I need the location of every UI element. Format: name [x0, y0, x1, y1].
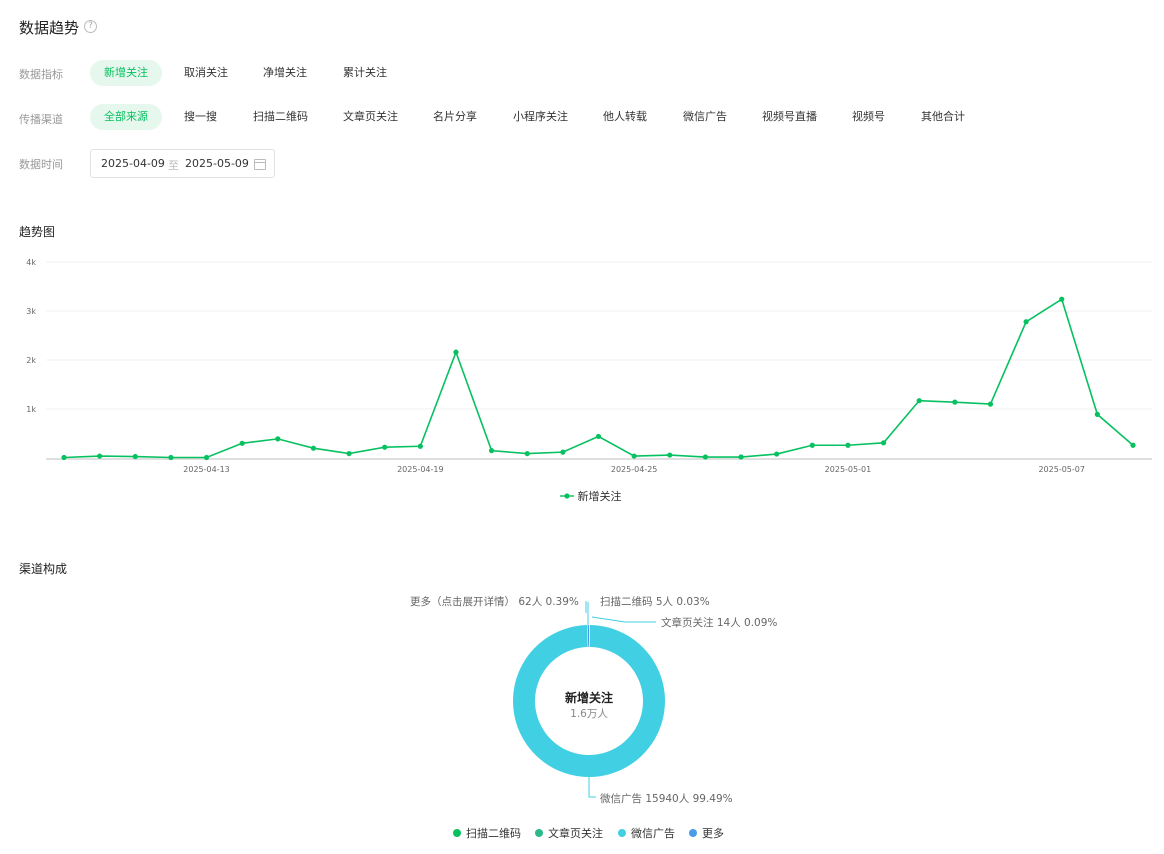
date-end[interactable]: 2025-05-09 [185, 157, 249, 170]
donut-legend-item-ads[interactable]: 微信广告 [618, 825, 675, 841]
trend-point[interactable] [560, 449, 566, 455]
trend-point[interactable] [61, 454, 67, 461]
channel-chip-repost[interactable]: 他人转载 [589, 104, 661, 130]
trend-point[interactable] [524, 450, 530, 457]
callout-qr: 扫描二维码 5人 0.03% [600, 595, 710, 608]
help-icon[interactable]: ? [84, 20, 98, 33]
channel-chip-others[interactable]: 其他合计 [907, 104, 979, 130]
trend-point[interactable] [168, 454, 174, 461]
donut-legend-item-qr[interactable]: 扫描二维码 [453, 825, 521, 841]
trend-point[interactable] [738, 454, 744, 460]
y-tick-label: 3k [26, 307, 36, 316]
trend-point[interactable] [880, 440, 887, 446]
channel-chip-channels-live[interactable]: 视频号直播 [748, 104, 831, 130]
trend-point[interactable] [774, 451, 780, 457]
trend-point[interactable] [417, 443, 423, 449]
date-range-picker[interactable]: 2025-04-09 至 2025-05-09 [90, 149, 275, 178]
trend-point[interactable] [595, 433, 602, 440]
legend-dot-more [689, 829, 697, 837]
callout-article: 文章页关注 14人 0.09% [661, 616, 777, 629]
trend-point[interactable] [382, 444, 388, 450]
donut-center-title: 新增关注 [565, 690, 613, 705]
legend-dot-qr [453, 829, 461, 837]
trend-point[interactable] [1023, 319, 1029, 325]
channel-chip-all[interactable]: 全部来源 [90, 104, 162, 130]
trend-point[interactable] [1130, 442, 1136, 448]
trend-point[interactable] [453, 349, 459, 355]
channel-mix-title: 渠道构成 [19, 562, 68, 576]
y-tick-label: 2k [26, 356, 36, 365]
trend-point[interactable] [275, 436, 281, 442]
donut-slice-more[interactable] [587, 624, 590, 648]
x-tick-label: 2025-04-25 [611, 465, 658, 474]
trend-title: 趋势图 [19, 225, 56, 239]
callout-ads: 微信广告 15940人 99.49% [600, 792, 733, 805]
x-tick-label: 2025-05-07 [1038, 465, 1085, 474]
donut-chart: 新增关注 1.6万人 更多（点击展开详情） 62人 0.39% 扫描二维码 5人… [410, 595, 777, 805]
trend-point[interactable] [203, 454, 210, 461]
channel-label: 传播渠道 [19, 113, 63, 126]
page-title: 数据趋势? [19, 17, 98, 38]
trend-point[interactable] [667, 452, 673, 458]
channel-chip-card-share[interactable]: 名片分享 [419, 104, 491, 130]
callout-more[interactable]: 更多（点击展开详情） 62人 0.39% [410, 595, 579, 608]
trend-x-axis: 2025-04-13 2025-04-19 2025-04-25 2025-05-01… [183, 465, 1085, 474]
trend-point[interactable] [132, 453, 138, 460]
trend-legend[interactable]: 新增关注 [560, 488, 622, 504]
x-tick-label: 2025-04-13 [183, 465, 230, 474]
x-tick-label: 2025-04-19 [397, 465, 444, 474]
page-title-text: 数据趋势 [19, 19, 80, 37]
trend-point[interactable] [310, 445, 317, 451]
trend-point[interactable] [631, 453, 637, 459]
trend-point[interactable] [952, 399, 958, 405]
legend-dot-ads [618, 829, 626, 837]
trend-point[interactable] [1094, 411, 1100, 417]
donut-center-value: 1.6万人 [570, 708, 608, 720]
legend-dot-article [535, 829, 543, 837]
trend-point[interactable] [1059, 296, 1065, 302]
trend-point[interactable] [987, 401, 994, 407]
metric-label: 数据指标 [19, 68, 63, 81]
date-separator: 至 [168, 159, 179, 172]
trend-legend-label: 新增关注 [577, 490, 622, 503]
x-tick-label: 2025-05-01 [825, 465, 872, 474]
trend-y-axis: 1k 2k 3k 4k [26, 258, 36, 414]
trend-legend-marker [560, 493, 574, 499]
legend-label-qr: 扫描二维码 [466, 827, 521, 840]
trend-point[interactable] [489, 448, 495, 454]
y-tick-label: 4k [26, 258, 36, 267]
trend-chart: 1k2k3k4k 2025-04-13 2025-04-19 2025-04-25 2… [26, 258, 1152, 474]
trend-grid [46, 261, 1152, 460]
channel-chip-channels[interactable]: 视频号 [838, 104, 899, 130]
trend-point[interactable] [346, 450, 352, 457]
legend-label-more: 更多 [702, 827, 724, 840]
donut-legend-item-article[interactable]: 文章页关注 [535, 825, 603, 841]
trend-point[interactable] [239, 440, 245, 446]
metric-chip-net-follow[interactable]: 净增关注 [249, 60, 321, 86]
trend-point[interactable] [845, 442, 851, 448]
metric-chip-total-follow[interactable]: 累计关注 [329, 60, 401, 86]
y-tick-label: 1k [26, 405, 36, 414]
channel-chip-article[interactable]: 文章页关注 [329, 104, 412, 130]
trend-point[interactable] [916, 398, 922, 404]
date-start[interactable]: 2025-04-09 [101, 157, 165, 170]
callout-line-ads [588, 775, 596, 798]
channel-chip-mini-program[interactable]: 小程序关注 [499, 104, 582, 130]
channel-chip-wechat-ads[interactable]: 微信广告 [669, 104, 741, 130]
metric-chip-new-follow[interactable]: 新增关注 [90, 60, 162, 86]
legend-label-article: 文章页关注 [548, 827, 603, 840]
channel-chip-search[interactable]: 搜一搜 [170, 104, 231, 130]
calendar-icon[interactable] [254, 159, 266, 170]
channel-chip-qr[interactable]: 扫描二维码 [239, 104, 322, 130]
trend-point[interactable] [809, 442, 815, 448]
trend-point[interactable] [702, 454, 709, 460]
metric-chip-unfollow[interactable]: 取消关注 [170, 60, 242, 86]
legend-label-ads: 微信广告 [631, 827, 675, 840]
donut-legend-item-more[interactable]: 更多 [689, 825, 724, 841]
time-label: 数据时间 [19, 158, 63, 171]
trend-series-line [63, 298, 1134, 459]
callout-line-article [591, 616, 656, 623]
trend-points [61, 296, 1136, 461]
trend-point[interactable] [97, 453, 103, 459]
